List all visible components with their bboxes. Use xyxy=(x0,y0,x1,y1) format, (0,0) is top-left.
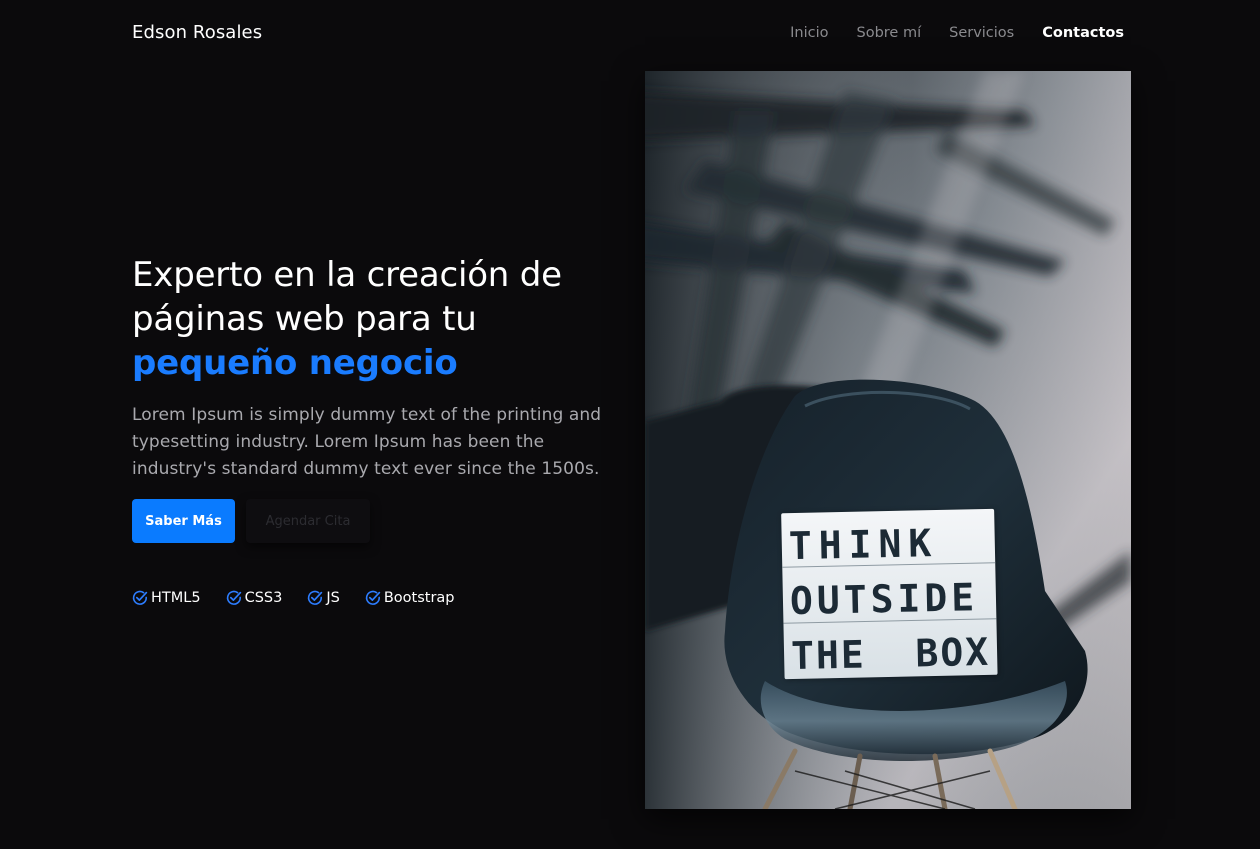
tag-html5: HTML5 xyxy=(132,590,201,606)
tag-js: JS xyxy=(307,590,340,606)
hero-title-line-2: páginas web para tu xyxy=(132,299,477,339)
check-circle-icon xyxy=(132,590,148,606)
check-circle-icon xyxy=(226,590,242,606)
tag-label: HTML5 xyxy=(151,590,201,606)
hero-title-highlight: pequeño negocio xyxy=(132,343,458,383)
check-circle-icon xyxy=(307,590,323,606)
sign-line-2: OUTSIDE xyxy=(790,575,979,623)
hero-title: Experto en la creación de páginas web pa… xyxy=(132,253,612,385)
chair-lightbox-illustration: THINK OUTSIDE THE BOX xyxy=(645,71,1131,809)
tech-tags: HTML5 CSS3 JS Bootstrap xyxy=(132,590,455,606)
nav-link-servicios[interactable]: Servicios xyxy=(949,25,1014,41)
tag-bootstrap: Bootstrap xyxy=(365,590,455,606)
nav-link-inicio[interactable]: Inicio xyxy=(790,25,828,41)
main-nav: Inicio Sobre mí Servicios Contactos xyxy=(790,25,1124,41)
check-circle-icon xyxy=(365,590,381,606)
nav-link-sobre-mi[interactable]: Sobre mí xyxy=(857,25,922,41)
agendar-cita-button[interactable]: Agendar Cita xyxy=(246,499,370,543)
hero-title-line-1: Experto en la creación de xyxy=(132,255,562,295)
tag-label: Bootstrap xyxy=(383,590,455,606)
hero-photo: THINK OUTSIDE THE BOX xyxy=(645,71,1131,809)
tag-label: JS xyxy=(326,590,340,606)
hero-description: Lorem Ipsum is simply dummy text of the … xyxy=(132,405,602,479)
saber-mas-button[interactable]: Saber Más xyxy=(132,499,235,543)
tag-css3: CSS3 xyxy=(226,590,283,606)
sign-line-1: THINK xyxy=(788,521,938,568)
landing-page: Edson Rosales Inicio Sobre mí Servicios … xyxy=(0,0,1260,849)
nav-link-contactos[interactable]: Contactos xyxy=(1042,25,1124,41)
tag-label: CSS3 xyxy=(244,590,283,606)
brand-name[interactable]: Edson Rosales xyxy=(132,22,262,43)
sign-line-3: THE BOX xyxy=(791,630,991,678)
